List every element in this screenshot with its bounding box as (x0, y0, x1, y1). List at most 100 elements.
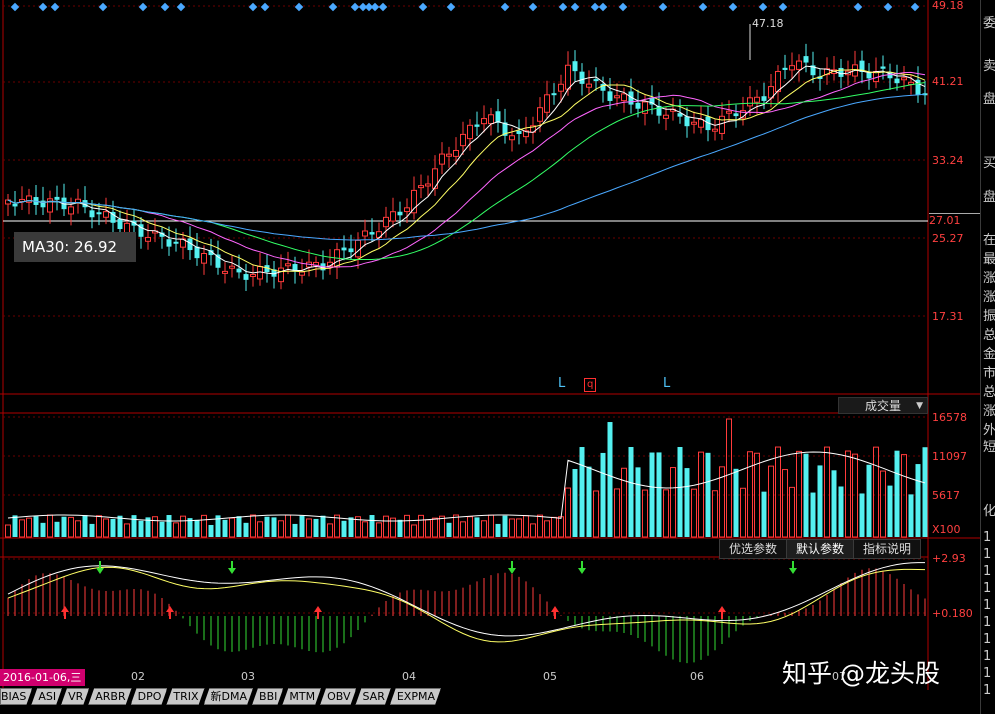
volume-bar (467, 516, 473, 538)
volume-bar (908, 494, 914, 537)
volume-bar (803, 453, 809, 537)
candle-body (894, 78, 900, 84)
signal-diamond-icon (350, 2, 360, 12)
tab-trix[interactable]: TRIX (166, 688, 204, 705)
volume-bar (733, 468, 739, 537)
volume-bar (96, 515, 102, 538)
volume-bar (544, 520, 550, 538)
volume-bar (586, 466, 592, 537)
volume-bar (110, 518, 116, 537)
price-label-5: 17.31 (932, 310, 964, 323)
candle-body (411, 189, 417, 214)
volume-unit-label: X100 (932, 523, 961, 536)
month-label: 02 (131, 670, 145, 683)
volume-label-1: 16578 (932, 411, 967, 424)
side-label: 1 (983, 649, 992, 664)
volume-bar (152, 516, 158, 538)
tab-new-dma[interactable]: 新DMA (204, 688, 254, 705)
volume-bar (138, 520, 144, 537)
volume-bar (796, 450, 802, 538)
signal-diamond-icon (598, 2, 608, 12)
side-label: 1 (983, 615, 992, 630)
volume-bar (649, 452, 655, 537)
signal-diamond-icon (294, 2, 304, 12)
candle-body (425, 183, 431, 187)
volume-bar (922, 447, 928, 537)
signal-diamond-icon (176, 2, 186, 12)
signal-diamond-icon (883, 2, 893, 12)
candle-body (621, 93, 627, 102)
candle-body (103, 211, 109, 218)
tab-expma[interactable]: EXPMA (390, 688, 441, 705)
candle-body (201, 253, 207, 264)
volume-bar (453, 514, 459, 538)
signal-diamond-icon (698, 2, 708, 12)
candle-body (145, 236, 151, 242)
tab-dpo[interactable]: DPO (131, 688, 168, 705)
signal-diamond-icon (138, 2, 148, 12)
candle-body (684, 116, 690, 127)
volume-bar (593, 490, 599, 538)
volume-bar (397, 519, 403, 537)
candle-body (614, 95, 620, 99)
volume-bar (817, 465, 823, 537)
volume-bar (481, 520, 487, 538)
candle-body (495, 111, 501, 123)
tab-vr[interactable]: VR (61, 688, 89, 705)
volume-bar (600, 452, 606, 537)
candle-body (481, 118, 487, 125)
signal-diamond-icon (10, 2, 20, 12)
volume-bar (880, 470, 886, 538)
volume-indicator-dropdown[interactable]: 成交量 ▼ (838, 397, 928, 414)
volume-bar (432, 517, 438, 538)
side-label: 短 (983, 440, 995, 455)
volume-bar (117, 515, 123, 537)
candle-body (257, 266, 263, 280)
tab-bbi[interactable]: BBI (252, 688, 283, 705)
buy-arrow-icon (166, 606, 174, 619)
candle-body (593, 79, 599, 82)
volume-bar (530, 523, 536, 538)
volume-bar (705, 452, 711, 537)
candle-body (537, 107, 543, 122)
tab-bias[interactable]: BIAS (0, 688, 32, 705)
stock-chart[interactable] (0, 0, 995, 714)
tab-asi[interactable]: ASI (31, 688, 62, 705)
signal-diamond-icon (446, 2, 456, 12)
volume-bar (523, 515, 529, 538)
side-label: 卖 (983, 59, 995, 74)
volume-bar (628, 447, 634, 537)
volume-bar (558, 516, 564, 538)
signal-diamond-icon (50, 2, 60, 12)
candle-body (404, 207, 410, 213)
signal-diamond-icon (38, 2, 48, 12)
side-label: 盘 (983, 92, 995, 107)
side-label: 买 (983, 156, 995, 171)
volume-bar (768, 465, 774, 538)
side-label: 在 (983, 233, 995, 248)
side-label: 涨 (983, 404, 995, 419)
volume-bar (376, 522, 382, 538)
candle-body (754, 96, 760, 103)
buy-arrow-icon (551, 606, 559, 619)
candle-body (761, 96, 767, 101)
volume-bar (775, 446, 781, 538)
tab-obv[interactable]: OBV (320, 688, 356, 705)
volume-bar (663, 489, 669, 538)
tab-sar[interactable]: SAR (355, 688, 390, 705)
tab-mtm[interactable]: MTM (282, 688, 321, 705)
candle-body (467, 124, 473, 140)
volume-bar (362, 521, 368, 538)
month-label: 04 (402, 670, 416, 683)
candle-body (509, 135, 515, 141)
candle-body (453, 149, 459, 157)
tab-indicator-help[interactable]: 指标说明 (853, 539, 922, 559)
candle-body (362, 230, 368, 237)
tab-default-params[interactable]: 默认参数 (786, 539, 855, 559)
tab-arbr[interactable]: ARBR (88, 688, 131, 705)
side-label: 金 (983, 347, 995, 362)
signal-diamond-icon (758, 2, 768, 12)
tab-optimized-params[interactable]: 优选参数 (719, 539, 788, 559)
signal-marker-l: L (558, 376, 566, 391)
volume-bar (222, 519, 228, 537)
